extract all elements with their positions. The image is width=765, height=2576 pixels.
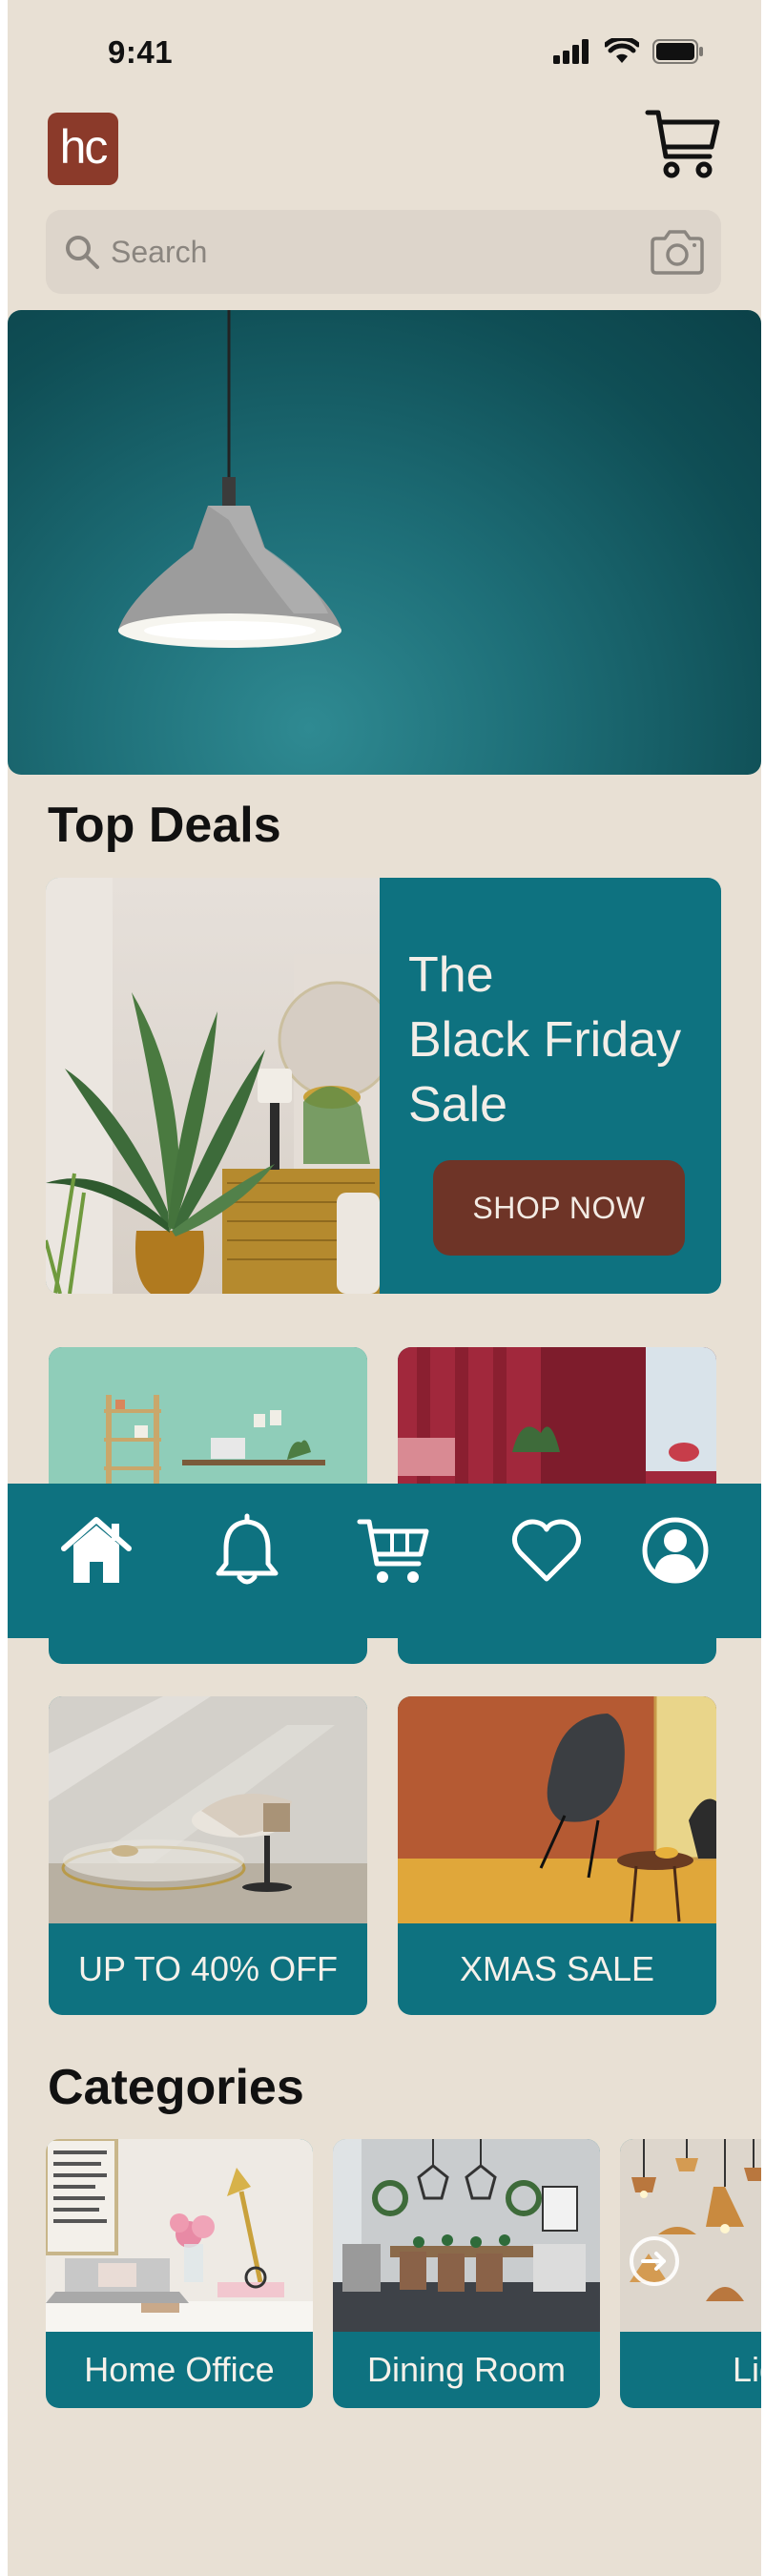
promo-label-3: UP TO 40% OFF — [77, 1949, 339, 1988]
category-card-lighting[interactable]: Ligh — [620, 2139, 761, 2408]
hero-banner[interactable] — [8, 310, 761, 775]
signal-icon — [553, 39, 589, 64]
status-icons — [553, 38, 704, 65]
shop-now-button[interactable]: SHOP NOW — [433, 1160, 685, 1256]
category-label-dining-room: Dining Room — [366, 2350, 567, 2389]
black-friday-headline: The Black Friday Sale — [408, 943, 713, 1137]
status-bar: 9:41 — [8, 0, 761, 105]
wifi-icon — [605, 38, 639, 63]
category-card-home-office[interactable]: Home Office — [46, 2139, 313, 2408]
search-input[interactable]: Search — [111, 235, 207, 270]
brand-logo[interactable]: hc — [48, 113, 118, 185]
camera-icon[interactable] — [649, 229, 706, 277]
bell-icon[interactable] — [209, 1512, 285, 1589]
promo-card-3[interactable]: UP TO 40% OFF — [49, 1696, 367, 2015]
category-card-dining-room[interactable]: Dining Room — [333, 2139, 600, 2408]
home-icon[interactable] — [58, 1512, 134, 1589]
lighting-image — [620, 2139, 761, 2332]
cart-icon[interactable] — [356, 1512, 432, 1589]
headline-line-3: Sale — [408, 1077, 508, 1132]
categories-title: Categories — [48, 2060, 304, 2115]
category-label-home-office: Home Office — [84, 2350, 275, 2389]
search-icon — [66, 236, 99, 269]
headline-line-2: Black Friday — [408, 1012, 682, 1068]
home-office-image — [46, 2139, 313, 2332]
cart-icon[interactable] — [645, 107, 723, 179]
promo-image-3 — [49, 1696, 367, 1923]
battery-icon — [652, 39, 703, 64]
category-label-lighting: Ligh — [733, 2350, 761, 2389]
promo-label-4: XMAS SALE — [459, 1949, 655, 1988]
top-deals-title: Top Deals — [48, 798, 281, 853]
search-bar[interactable]: Search — [46, 210, 721, 294]
heart-icon[interactable] — [508, 1512, 585, 1589]
black-friday-image — [46, 878, 396, 1294]
pendant-lamp-image — [118, 310, 341, 648]
black-friday-card[interactable]: The Black Friday Sale SHOP NOW — [46, 878, 721, 1294]
promo-image-4 — [398, 1696, 716, 1923]
profile-icon[interactable] — [637, 1512, 713, 1589]
headline-line-1: The — [408, 947, 494, 1003]
app-screen: 9:41 hc Search Top Deals The Black Frida… — [8, 0, 761, 2576]
promo-card-4[interactable]: XMAS SALE — [398, 1696, 716, 2015]
bottom-nav — [8, 1484, 761, 1638]
status-time: 9:41 — [108, 34, 174, 70]
dining-room-image — [333, 2139, 600, 2332]
